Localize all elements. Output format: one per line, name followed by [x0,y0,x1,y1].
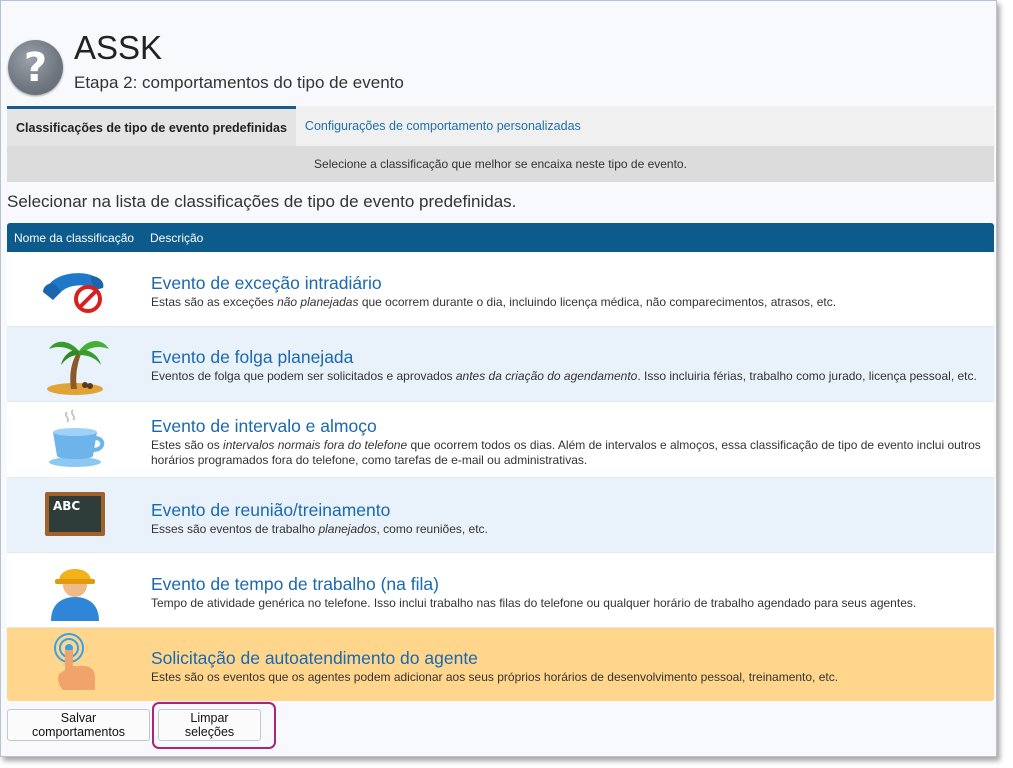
column-header-name: Nome da classificação [14,231,135,245]
classification-description: Estes são os intervalos normais fora do … [151,438,981,467]
classification-name: Evento de intervalo e almoço [151,416,377,436]
save-behaviors-button[interactable]: Salvar comportamentos [7,709,150,741]
classification-row-break-and-lunch[interactable]: Evento de intervalo e almoço Estes são o… [7,402,994,478]
column-header-description: Descrição [150,231,204,245]
classification-row-intraday-exception[interactable]: Evento de exceção intradiário Estas são … [7,252,994,327]
classification-description: Esses são eventos de trabalho planejados… [151,522,488,536]
callout-highlight [152,702,276,749]
classification-description: Tempo de atividade genérica no telefone.… [151,596,917,610]
classification-name: Evento de tempo de trabalho (na fila) [151,574,439,594]
classification-row-meeting-training[interactable]: ABC Evento de reunião/treinamento Esses … [7,478,994,553]
classification-name: Evento de folga planejada [151,347,354,367]
classification-description: Estes são os eventos que os agentes pode… [151,670,839,684]
classification-name: Solicitação de autoatendimento do agente [151,648,478,668]
classification-row-agent-self-service[interactable]: Solicitação de autoatendimento do agente… [7,628,994,701]
touch-hand-icon [39,630,111,690]
classification-list: Evento de exceção intradiário Estas são … [7,252,994,701]
worker-hardhat-icon [39,559,111,621]
palm-tree-icon [39,333,111,395]
instruction-bar: Selecione a classificação que melhor se … [7,146,994,182]
phone-blocked-icon [39,262,111,322]
dialog-window: ? ASSK Etapa 2: comportamentos do tipo d… [0,0,997,757]
classification-name: Evento de exceção intradiário [151,273,382,293]
svg-text:ABC: ABC [53,499,80,513]
classification-name: Evento de reunião/treinamento [151,500,391,520]
classification-description: Eventos de folga que podem ser solicitad… [151,369,977,383]
coffee-cup-icon [39,408,111,468]
help-question-icon: ? [8,40,63,95]
tab-predefined-classifications[interactable]: Classificações de tipo de evento predefi… [7,106,296,146]
table-header: Nome da classificação Descrição [7,223,994,252]
tab-custom-behavior-settings[interactable]: Configurações de comportamento personali… [296,106,590,146]
page-title: ASSK [74,29,163,66]
classification-description: Estas são as exceções não planejadas que… [151,295,837,309]
classification-row-planned-time-off[interactable]: Evento de folga planejada Eventos de fol… [7,327,994,402]
classification-row-work-time-queue[interactable]: Evento de tempo de trabalho (na fila) Te… [7,553,994,628]
section-heading: Selecionar na lista de classificações de… [7,192,517,211]
page-subtitle: Etapa 2: comportamentos do tipo de event… [74,73,404,92]
tab-bar: Classificações de tipo de evento predefi… [7,106,994,146]
chalkboard-icon: ABC [39,490,111,550]
